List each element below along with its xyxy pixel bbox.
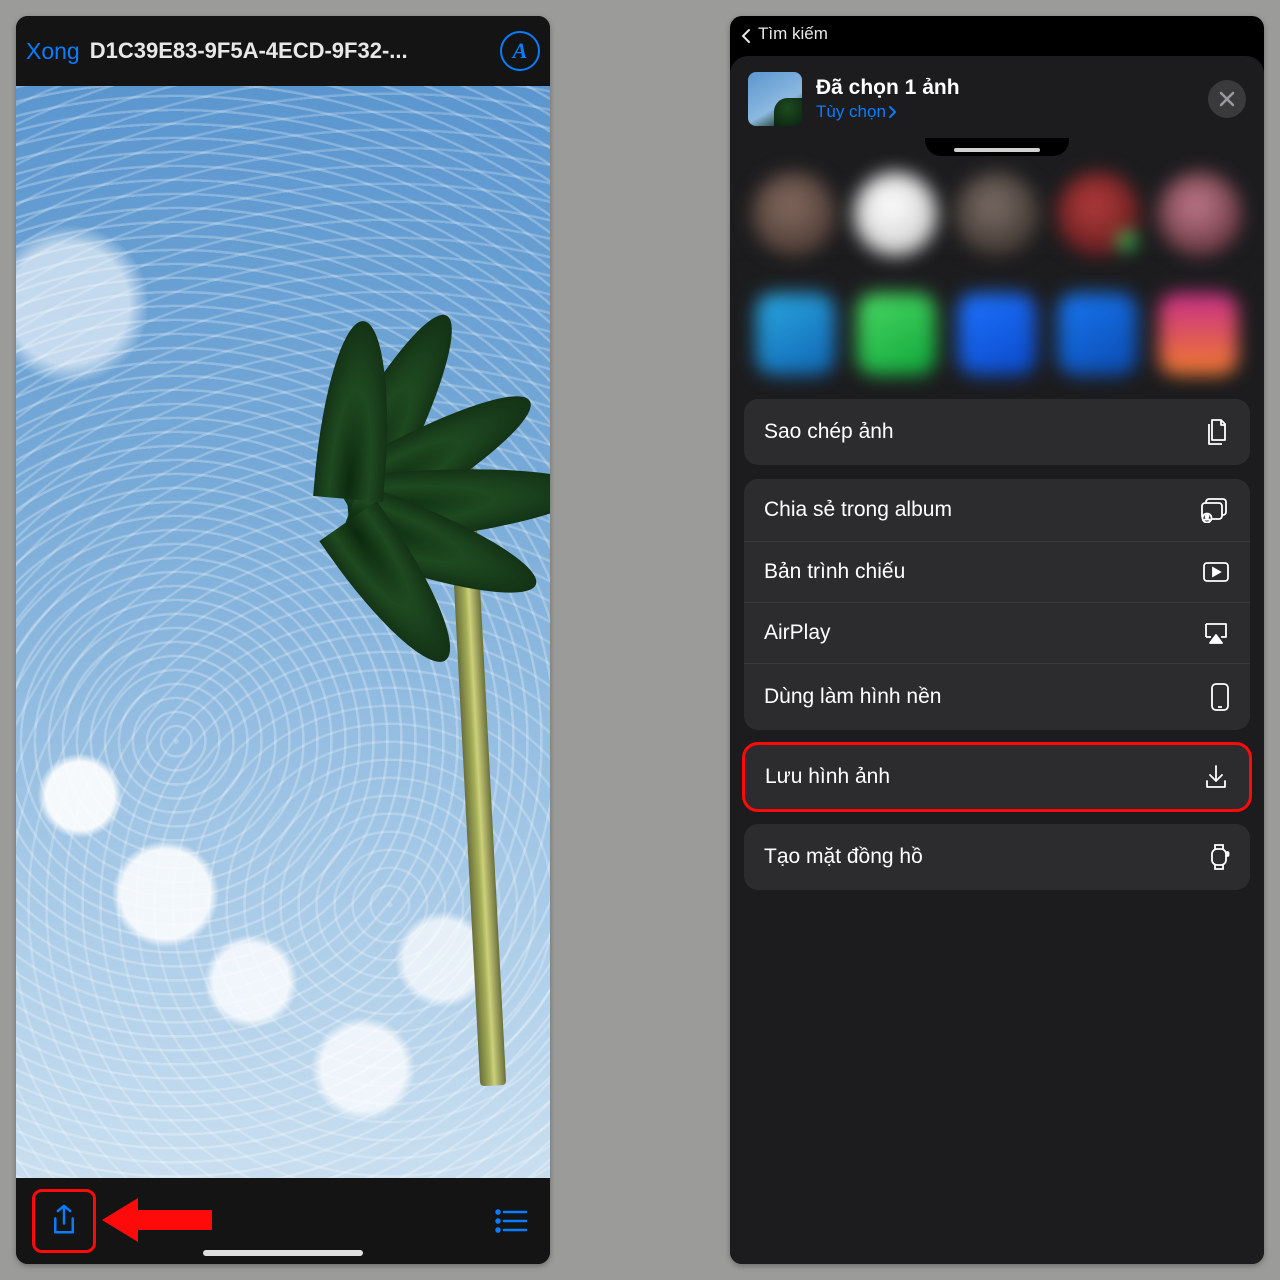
action-group-highlighted: Lưu hình ảnh xyxy=(742,742,1252,812)
airplay-icon xyxy=(1202,621,1230,645)
copy-icon xyxy=(1204,417,1230,447)
status-back-label[interactable]: Tìm kiếm xyxy=(758,24,828,44)
options-button[interactable]: Tùy chọn xyxy=(816,102,960,122)
photo-content[interactable] xyxy=(16,86,550,1178)
markup-icon[interactable]: A xyxy=(500,31,540,71)
photo-preview-screen: Xong D1C39E83-9F5A-4ECD-9F32-... A xyxy=(16,16,550,1264)
share-album-action[interactable]: Chia sẻ trong album xyxy=(744,479,1250,541)
share-app[interactable] xyxy=(958,293,1037,375)
preview-bottom-bar xyxy=(16,1178,550,1264)
file-title: D1C39E83-9F5A-4ECD-9F32-... xyxy=(90,38,490,64)
list-button[interactable] xyxy=(494,1208,528,1234)
done-button[interactable]: Xong xyxy=(26,38,80,65)
tutorial-arrow-icon xyxy=(102,1192,212,1248)
contact-avatar[interactable] xyxy=(854,172,938,256)
share-app[interactable] xyxy=(857,293,936,375)
share-sheet-screen: Tìm kiếm Đã chọn 1 ảnh Tùy chọn xyxy=(730,16,1264,1264)
wallpaper-action[interactable]: Dùng làm hình nền xyxy=(744,663,1250,730)
share-icon xyxy=(49,1203,79,1239)
selection-thumbnail[interactable] xyxy=(748,72,802,126)
iphone-icon xyxy=(1210,682,1230,712)
action-group: Tạo mặt đồng hồ xyxy=(744,824,1250,890)
sheet-grabber[interactable] xyxy=(730,138,1264,156)
chevron-right-icon xyxy=(888,105,898,119)
action-group: Sao chép ảnh xyxy=(744,399,1250,465)
preview-top-bar: Xong D1C39E83-9F5A-4ECD-9F32-... A xyxy=(16,16,550,86)
home-indicator[interactable] xyxy=(203,1250,363,1256)
shared-album-icon xyxy=(1200,497,1230,523)
action-group: Chia sẻ trong album Bản trình chiếu xyxy=(744,479,1250,730)
status-bar: Tìm kiếm xyxy=(730,16,1264,44)
contact-avatar[interactable] xyxy=(1158,172,1242,256)
actions-list: Sao chép ảnh Chia sẻ trong album xyxy=(730,391,1264,906)
contact-avatar[interactable] xyxy=(752,172,836,256)
create-watchface-action[interactable]: Tạo mặt đồng hồ xyxy=(744,824,1250,890)
app-share-row[interactable] xyxy=(730,276,1264,391)
download-icon xyxy=(1203,763,1229,791)
apple-watch-icon xyxy=(1208,842,1230,872)
share-sheet: Đã chọn 1 ảnh Tùy chọn xyxy=(730,56,1264,1264)
play-rect-icon xyxy=(1202,561,1230,583)
close-icon xyxy=(1218,90,1236,108)
contact-avatar[interactable] xyxy=(1057,172,1141,256)
share-app[interactable] xyxy=(756,293,835,375)
copy-photo-action[interactable]: Sao chép ảnh xyxy=(744,399,1250,465)
contact-avatar[interactable] xyxy=(955,172,1039,256)
share-app[interactable] xyxy=(1159,293,1238,375)
save-image-action[interactable]: Lưu hình ảnh xyxy=(745,745,1249,809)
chevron-left-icon xyxy=(740,28,752,44)
share-app[interactable] xyxy=(1058,293,1137,375)
airplay-action[interactable]: AirPlay xyxy=(744,602,1250,663)
airdrop-contacts-row[interactable] xyxy=(730,160,1264,268)
list-icon xyxy=(494,1208,528,1234)
share-sheet-header: Đã chọn 1 ảnh Tùy chọn xyxy=(730,56,1264,142)
slideshow-action[interactable]: Bản trình chiếu xyxy=(744,541,1250,602)
selection-title: Đã chọn 1 ảnh xyxy=(816,76,960,100)
close-button[interactable] xyxy=(1208,80,1246,118)
palm-tree xyxy=(302,336,550,1178)
share-button[interactable] xyxy=(32,1189,96,1253)
